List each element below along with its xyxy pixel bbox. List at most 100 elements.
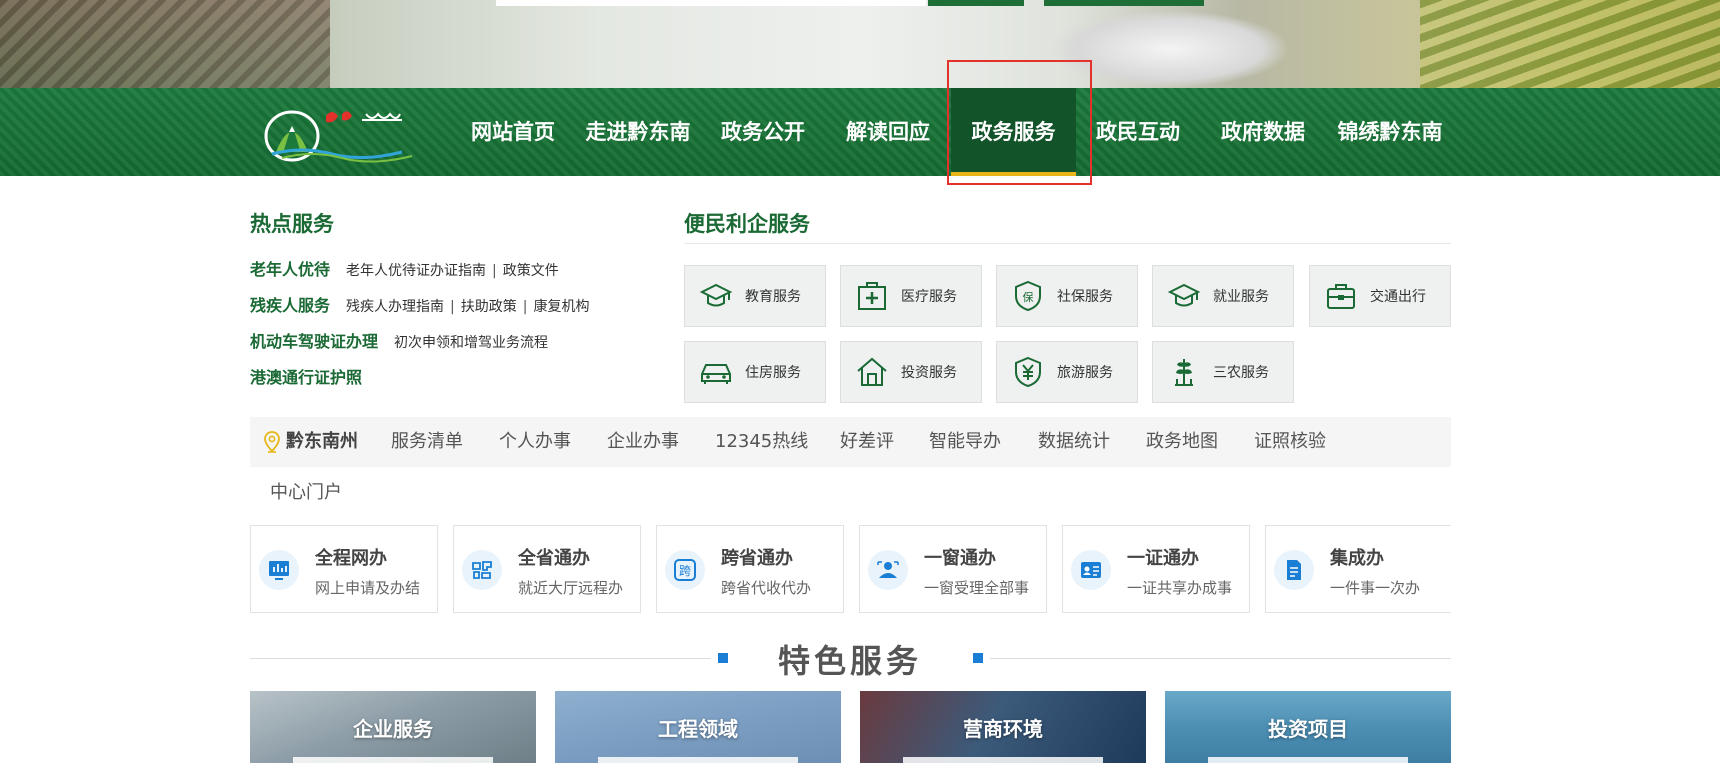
- tab-evaluation[interactable]: 好差评: [840, 417, 894, 467]
- card-subtitle: 一件事一次办: [1330, 579, 1421, 597]
- hot-key-disabled[interactable]: 残疾人服务: [250, 296, 330, 315]
- tab-enterprise[interactable]: 企业办事: [607, 417, 679, 467]
- banner-terraces-image: [1420, 0, 1720, 88]
- nav-home[interactable]: 网站首页: [470, 88, 556, 176]
- featured-card-label: 营商环境: [963, 717, 1043, 741]
- tab-personal[interactable]: 个人办事: [499, 417, 571, 467]
- tile-medical[interactable]: 医疗服务: [840, 265, 982, 327]
- tile-label: 住房服务: [745, 365, 801, 381]
- mortarboard-icon: [1167, 283, 1201, 307]
- briefcase-icon: [1327, 284, 1355, 309]
- hot-key-elderly[interactable]: 老年人优待: [250, 260, 330, 279]
- tab-hotline[interactable]: 12345热线: [715, 417, 808, 467]
- wheat-icon: [1175, 359, 1193, 386]
- hot-services-title: 热点服务: [250, 212, 334, 236]
- feature-card[interactable]: 一证通办 一证共享办成事: [1062, 525, 1250, 613]
- card-subtitle: 跨省代收代办: [721, 579, 812, 597]
- tab-gov-map[interactable]: 政务地图: [1146, 417, 1218, 467]
- hot-link[interactable]: 政策文件: [503, 263, 559, 279]
- featured-card-investment[interactable]: 投资项目: [1165, 691, 1451, 763]
- tile-employment[interactable]: 就业服务: [1152, 265, 1294, 327]
- card-title: 跨省通办: [721, 548, 793, 569]
- card-title: 一证通办: [1127, 548, 1199, 569]
- svg-text:保: 保: [1023, 290, 1034, 304]
- tile-label: 交通出行: [1370, 289, 1426, 305]
- header-banner: [0, 0, 1720, 88]
- tab-smart-guide[interactable]: 智能导办: [929, 417, 1001, 467]
- featured-card-business-env[interactable]: 营商环境: [860, 691, 1146, 763]
- nav-scenic[interactable]: 锦绣黔东南: [1334, 88, 1446, 176]
- nav-interpretation[interactable]: 解读回应: [843, 88, 933, 176]
- tile-education[interactable]: 教育服务: [684, 265, 826, 327]
- feature-card[interactable]: 跨 跨省通办 跨省代收代办: [656, 525, 844, 613]
- feature-card[interactable]: 集成办 一件事一次办: [1265, 525, 1451, 613]
- hot-link[interactable]: 初次申领和增驾业务流程: [394, 335, 548, 351]
- yuan-coin-icon: [1015, 356, 1041, 388]
- hot-row-passport: 港澳通行证护照: [250, 366, 378, 390]
- feature-card[interactable]: 全省通办 就近大厅远程办: [453, 525, 641, 613]
- hot-link[interactable]: 残疾人办理指南: [346, 299, 444, 315]
- card-subtitle: 网上申请及办结: [315, 579, 421, 597]
- tab-center-portal[interactable]: 中心门户: [270, 468, 342, 518]
- tile-investment[interactable]: 投资服务: [840, 341, 982, 403]
- location-selector[interactable]: 黔东南州: [286, 417, 358, 467]
- title-divider: [684, 243, 1451, 244]
- featured-divider-left: [250, 658, 711, 659]
- tile-agriculture[interactable]: 三农服务: [1152, 341, 1294, 403]
- nav-about[interactable]: 走进黔东南: [584, 88, 692, 176]
- shield-icon: 保: [1015, 280, 1041, 312]
- featured-card-label: 企业服务: [353, 717, 433, 741]
- hot-row-elderly: 老年人优待 老年人优待证办证指南 | 政策文件: [250, 260, 559, 279]
- chart-board-icon: [269, 561, 289, 580]
- tile-label: 医疗服务: [901, 289, 957, 305]
- service-window-icon: [877, 561, 899, 578]
- id-card-icon: [1081, 562, 1101, 578]
- hot-link[interactable]: 老年人优待证办证指南: [346, 263, 486, 279]
- hot-row-disabled: 残疾人服务 残疾人办理指南 | 扶助政策 | 康复机构: [250, 296, 590, 315]
- card-title: 全程网办: [315, 548, 387, 569]
- featured-title: 特色服务: [777, 642, 922, 680]
- search-secondary-button[interactable]: [1044, 0, 1204, 6]
- featured-card-enterprise[interactable]: 企业服务: [250, 691, 536, 763]
- search-button[interactable]: [928, 0, 1024, 6]
- card-title: 集成办: [1330, 548, 1384, 569]
- featured-card-engineering[interactable]: 工程领域: [555, 691, 841, 763]
- card-subtitle: 就近大厅远程办: [518, 579, 624, 597]
- hot-key-passport[interactable]: 港澳通行证护照: [250, 368, 362, 387]
- tab-license-verify[interactable]: 证照核验: [1254, 417, 1326, 467]
- feature-card[interactable]: 全程网办 网上申请及办结: [250, 525, 438, 613]
- cross-province-icon: 跨: [674, 559, 696, 581]
- card-subtitle: 一证共享办成事: [1127, 579, 1233, 597]
- tile-social-security[interactable]: 保 社保服务: [996, 265, 1138, 327]
- featured-dot-right: [973, 653, 983, 663]
- card-subtitle: 一窗受理全部事: [924, 579, 1030, 597]
- hot-link[interactable]: 扶助政策: [461, 299, 517, 315]
- site-logo[interactable]: [262, 102, 414, 164]
- tile-label: 社保服务: [1057, 289, 1113, 305]
- medical-kit-icon: [858, 282, 886, 310]
- location-pin-icon: [264, 431, 280, 453]
- tile-tourism[interactable]: 旅游服务: [996, 341, 1138, 403]
- tile-housing[interactable]: 住房服务: [684, 341, 826, 403]
- tile-transport[interactable]: 交通出行: [1309, 265, 1451, 327]
- house-icon: [857, 357, 887, 386]
- document-stack-icon: [1287, 560, 1301, 580]
- nav-gov-open[interactable]: 政务公开: [718, 88, 808, 176]
- featured-card-label: 投资项目: [1268, 717, 1348, 741]
- selection-highlight: [947, 60, 1092, 185]
- tab-service-list[interactable]: 服务清单: [391, 417, 463, 467]
- tile-label: 教育服务: [745, 289, 801, 305]
- nav-interaction[interactable]: 政民互动: [1093, 88, 1183, 176]
- car-icon: [701, 364, 731, 384]
- main-nav: 网站首页 走进黔东南 政务公开 解读回应 政务服务 政民互动 政府数据 锦绣黔东…: [0, 88, 1720, 176]
- hot-row-license: 机动车驾驶证办理 初次申领和增驾业务流程: [250, 330, 548, 354]
- featured-divider-right: [990, 658, 1451, 659]
- mortarboard-icon: [699, 283, 733, 307]
- tab-statistics[interactable]: 数据统计: [1038, 417, 1110, 467]
- feature-card[interactable]: 一窗通办 一窗受理全部事: [859, 525, 1047, 613]
- hot-key-license[interactable]: 机动车驾驶证办理: [250, 332, 378, 351]
- tile-label: 旅游服务: [1057, 365, 1113, 381]
- search-input[interactable]: [496, 0, 926, 6]
- nav-gov-data[interactable]: 政府数据: [1218, 88, 1308, 176]
- hot-link[interactable]: 康复机构: [533, 299, 589, 315]
